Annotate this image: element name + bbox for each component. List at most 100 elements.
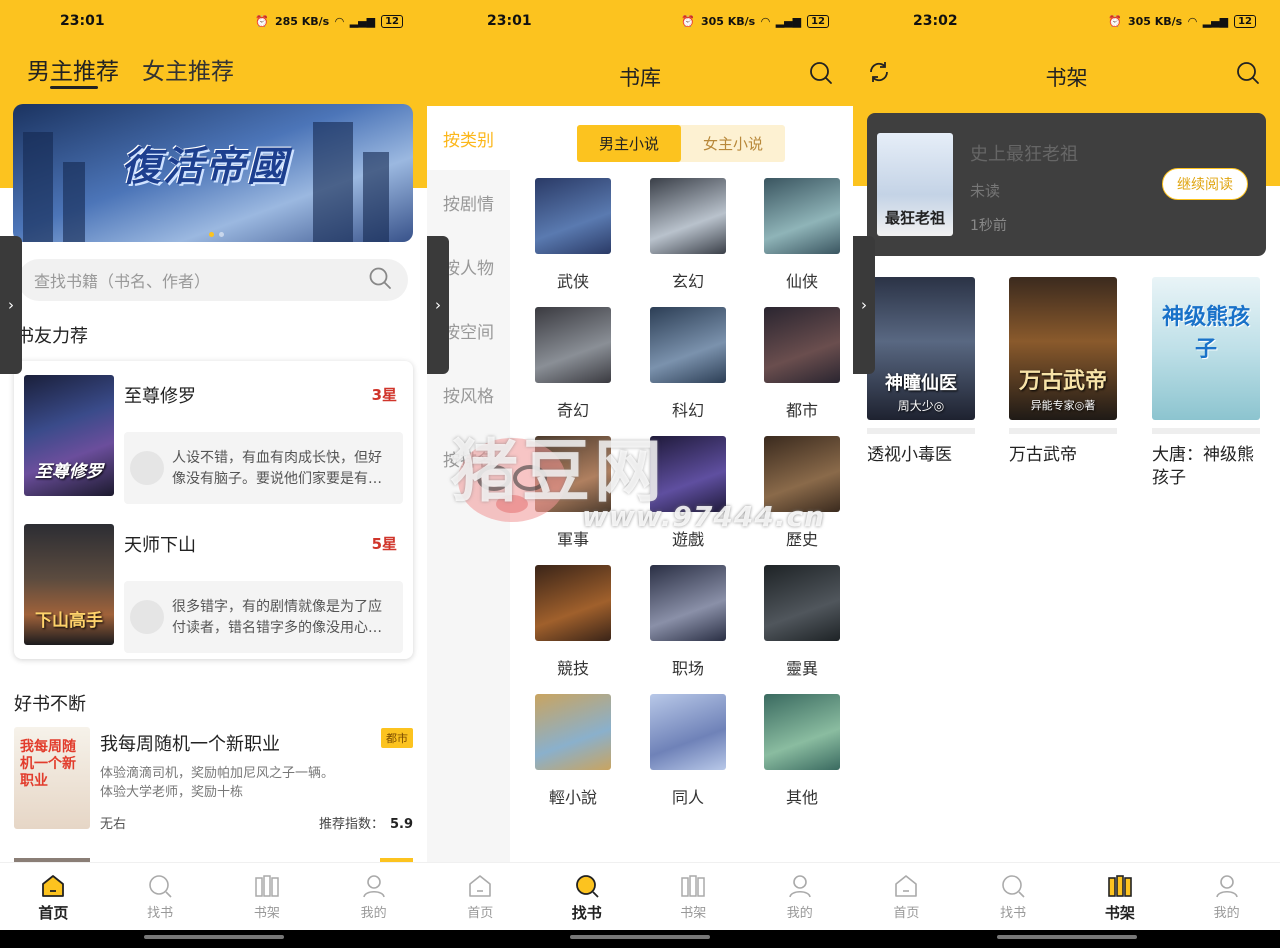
nav-shelf[interactable]: 书架 <box>1067 863 1174 930</box>
recent-reading-card[interactable]: 最狂老祖 史上最狂老祖 未读 1秒前 继续阅读 <box>867 113 1266 256</box>
section-title-recommend: 书友力荐 <box>16 326 88 347</box>
book-description: 体验滴滴司机，奖励帕加尼风之子一辆。 体验大学老师，奖励十栋 <box>100 766 335 800</box>
net-speed: 305 KB/s <box>700 14 756 28</box>
genre-item[interactable]: 都市 <box>757 307 847 421</box>
genre-item[interactable]: 职场 <box>643 565 733 679</box>
page-title: 书库 <box>619 66 661 90</box>
search-icon <box>368 266 392 294</box>
genre-label: 競技 <box>556 659 589 678</box>
status-bar: 23:02 ⏰ 305 KB/s ◠ ▂▄▆ 12 <box>853 0 1280 42</box>
search-icon <box>147 873 173 899</box>
bottom-nav: 首页 找书 书架 我的 <box>0 862 427 930</box>
tab-indicator <box>50 86 98 89</box>
nav-home[interactable]: 首页 <box>427 863 534 930</box>
genre-label: 玄幻 <box>671 272 704 291</box>
avatar <box>130 451 164 485</box>
gesture-bar <box>853 930 1280 948</box>
battery-icon: 12 <box>381 14 403 28</box>
home-icon <box>893 873 919 899</box>
status-time: 23:01 <box>60 13 105 29</box>
search-placeholder: 查找书籍（书名、作者） <box>34 272 211 291</box>
alarm-icon: ⏰ <box>255 14 269 28</box>
nav-shelf[interactable]: 书架 <box>640 863 747 930</box>
nav-home[interactable]: 首页 <box>0 863 107 930</box>
nav-mine[interactable]: 我的 <box>1173 863 1280 930</box>
tab-male-novels[interactable]: 男主小说 <box>577 125 681 162</box>
shelf-book[interactable]: 神瞳仙医 周大少◎ 透视小毒医 <box>867 277 975 467</box>
watermark-url: www.97444.cn <box>582 500 826 533</box>
side-drawer-handle[interactable]: › <box>427 236 449 374</box>
nav-shelf[interactable]: 书架 <box>214 863 321 930</box>
tab-male-recommend[interactable]: 男主推荐 <box>27 52 119 86</box>
user-icon <box>1214 873 1240 899</box>
sidebar-item-category[interactable]: 按类别 <box>427 106 510 170</box>
shelf-book[interactable]: 万古武帝 异能专家◎著 万古武帝 <box>1009 277 1117 467</box>
genre-thumbnail <box>764 178 840 254</box>
genre-item[interactable]: 同人 <box>643 694 733 808</box>
side-drawer-handle[interactable]: › <box>853 236 875 374</box>
recommend-item[interactable]: 至尊修罗 至尊修罗 3星 人设不错，有血有肉成长快，但好像没有脑子。要说他们家要… <box>24 375 403 504</box>
nav-find[interactable]: 找书 <box>534 863 641 930</box>
genre-item[interactable]: 仙侠 <box>757 178 847 292</box>
nav-mine[interactable]: 我的 <box>320 863 427 930</box>
search-icon[interactable] <box>809 61 833 89</box>
genre-item[interactable]: 競技 <box>528 565 618 679</box>
genre-item[interactable]: 玄幻 <box>643 178 733 292</box>
banner-carousel[interactable]: 復活帝國 <box>13 104 413 242</box>
sidebar-item-plot[interactable]: 按剧情 <box>427 170 510 234</box>
genre-thumbnail <box>650 694 726 770</box>
genre-item[interactable]: 其他 <box>757 694 847 808</box>
genre-item[interactable]: 輕小說 <box>528 694 618 808</box>
genre-label: 职场 <box>671 659 704 678</box>
bottom-nav: 首页 找书 书架 我的 <box>427 862 853 930</box>
recommend-score: 推荐指数： 5.9 <box>318 817 413 832</box>
battery-icon: 12 <box>1234 14 1256 28</box>
tab-female-recommend[interactable]: 女主推荐 <box>142 52 234 86</box>
book-cover: 至尊修罗 <box>24 375 114 496</box>
nav-mine[interactable]: 我的 <box>747 863 854 930</box>
genre-item[interactable]: 奇幻 <box>528 307 618 421</box>
recommend-item[interactable]: 下山高手 天师下山 5星 很多错字，有的剧情就像是为了应付读者，错名错字多的像没… <box>24 524 403 653</box>
search-icon <box>1000 873 1026 899</box>
tab-female-novels[interactable]: 女主小说 <box>681 125 785 162</box>
user-icon <box>787 873 813 899</box>
chevron-right-icon: › <box>435 296 441 314</box>
alarm-icon: ⏰ <box>1108 14 1122 28</box>
net-speed: 305 KB/s <box>1127 14 1183 28</box>
bookshelf-icon <box>254 873 280 899</box>
genre-thumbnail <box>535 565 611 641</box>
book-cover: 神瞳仙医 周大少◎ <box>867 277 975 420</box>
genre-thumbnail <box>535 307 611 383</box>
book-title: 至尊修罗 <box>124 386 196 407</box>
review-snippet: 人设不错，有血有肉成长快，但好像没有脑子。要说他们家要是有一个… <box>124 432 403 504</box>
recommend-card: 至尊修罗 至尊修罗 3星 人设不错，有血有肉成长快，但好像没有脑子。要说他们家要… <box>14 361 413 659</box>
genre-label: 武侠 <box>556 272 589 291</box>
book-cover: 我每周随机一个新职业 <box>14 727 90 829</box>
side-drawer-handle[interactable]: › <box>0 236 22 374</box>
bookshelf-screen: 23:02 ⏰ 305 KB/s ◠ ▂▄▆ 12 书架 最狂老祖 史上最狂老祖… <box>853 0 1280 948</box>
status-time: 23:01 <box>487 13 532 29</box>
last-read-time: 1秒前 <box>970 218 1007 234</box>
rating-badge: 5星 <box>371 535 397 553</box>
search-input[interactable]: 查找书籍（书名、作者） <box>18 259 408 301</box>
nav-find[interactable]: 找书 <box>960 863 1067 930</box>
banner-title: 復活帝國 <box>121 144 289 190</box>
list-item[interactable]: 我每周随机一个新职业 我每周随机一个新职业 都市 体验滴滴司机，奖励帕加尼风之子… <box>14 727 413 837</box>
status-bar: 23:01 ⏰ 285 KB/s ◠ ▂▄▆ 12 <box>0 0 427 42</box>
wifi-icon: ◠ <box>335 14 344 28</box>
alarm-icon: ⏰ <box>681 14 695 28</box>
book-author: 无右 <box>100 817 127 832</box>
nav-home[interactable]: 首页 <box>853 863 960 930</box>
gender-switch: 男主小说 女主小说 <box>577 125 785 162</box>
book-cover: 最狂老祖 <box>877 133 953 236</box>
genre-item[interactable]: 科幻 <box>643 307 733 421</box>
book-title: 史上最狂老祖 <box>970 144 1078 165</box>
nav-find[interactable]: 找书 <box>107 863 214 930</box>
search-icon[interactable] <box>1236 61 1260 89</box>
genre-item[interactable]: 武侠 <box>528 178 618 292</box>
genre-thumbnail <box>650 307 726 383</box>
genre-label: 同人 <box>671 788 704 807</box>
genre-item[interactable]: 靈異 <box>757 565 847 679</box>
shelf-book[interactable]: 神级熊孩子 大唐：神级熊孩子 <box>1152 277 1260 490</box>
continue-reading-button[interactable]: 继续阅读 <box>1162 168 1248 200</box>
